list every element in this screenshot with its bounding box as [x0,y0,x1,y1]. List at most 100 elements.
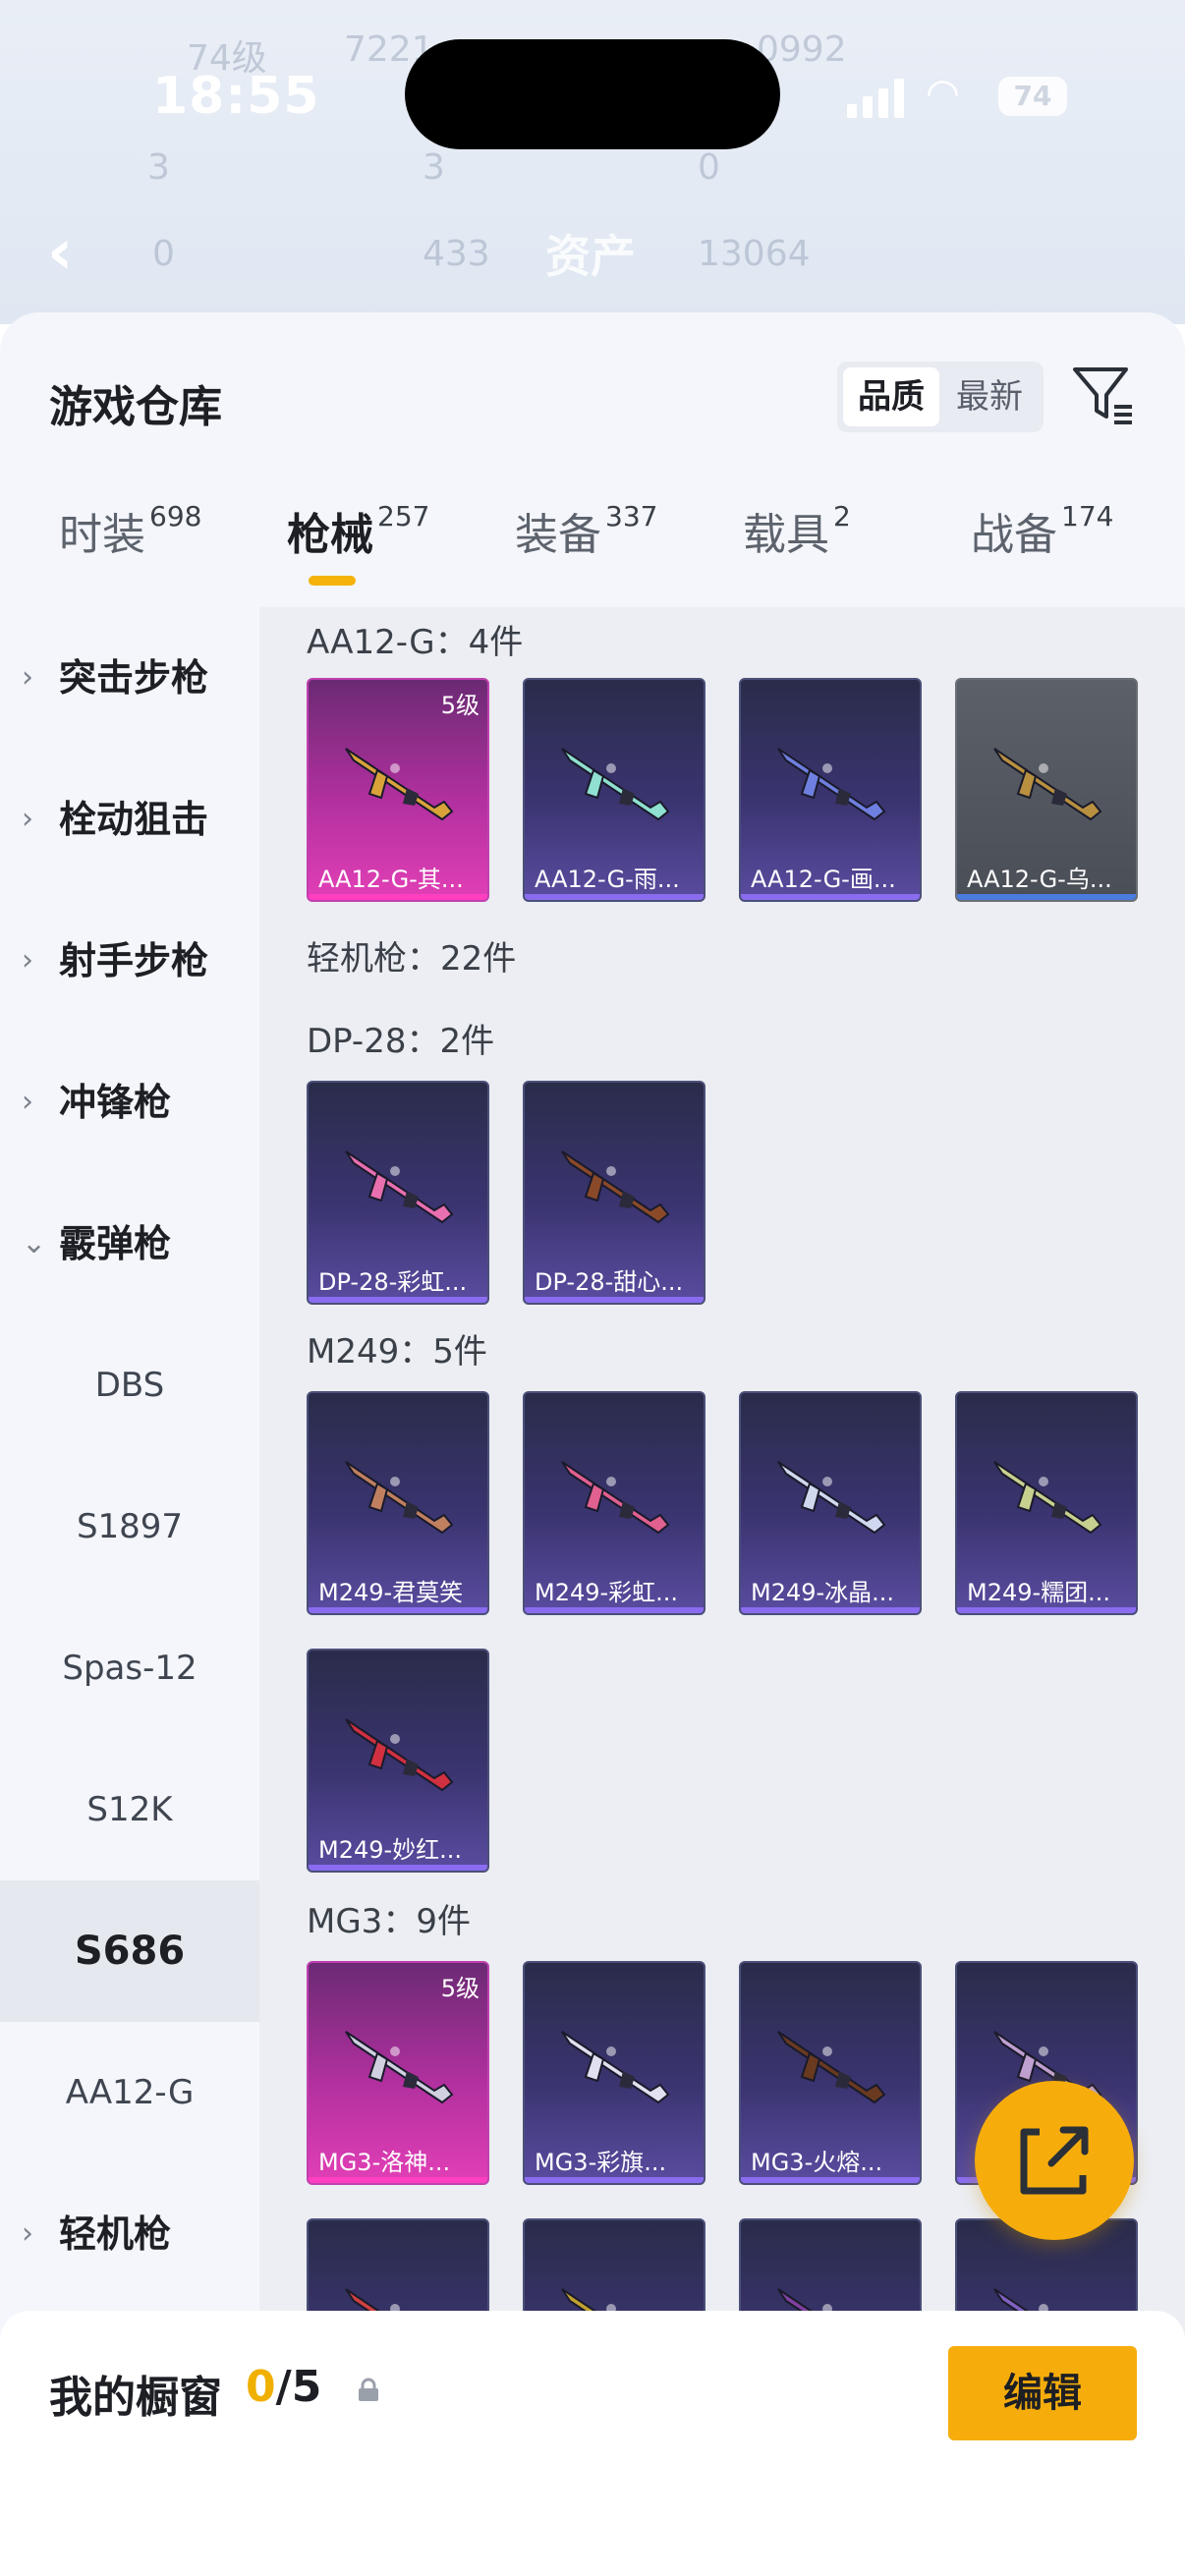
weapon-name: AA12-G-其... [318,866,464,893]
tab-equipment[interactable]: 装备 337 [515,499,657,607]
chevron-down-icon: ⌄ [22,1226,47,1260]
chevron-right-icon: › [22,660,33,695]
sidebar-item-label: 霰弹枪 [59,1222,172,1265]
sidebar-item-label: 冲锋枪 [59,1081,172,1124]
filter-icon[interactable] [1071,364,1136,428]
weapon-card[interactable]: M249-彩虹... [523,1391,705,1615]
weapon-card[interactable]: M249-君莫笑 [307,1391,489,1615]
weapon-card[interactable]: M249-妙红... [307,1649,489,1873]
category-tabs: 时装 698 枪械 257 装备 337 载具 2 战备 174 [0,499,1185,607]
sidebar-item[interactable]: › 冲锋枪 [0,1032,259,1173]
tab-label: 枪械 [287,510,373,560]
weapon-image [561,1461,670,1535]
weapon-name: MG3-洛神... [318,2149,451,2176]
bg-stat-text: 0 [152,234,175,274]
weapon-name: M249-糯团... [967,1579,1111,1606]
sidebar-item-label: S1897 [76,1507,184,1546]
rarity-strip [957,894,1136,900]
sidebar-item[interactable]: Spas-12 [0,1597,259,1739]
weapon-name: M249-彩虹... [535,1579,679,1606]
weapon-card[interactable]: AA12-G-乌... [955,678,1138,902]
weapon-card[interactable]: 5级 MG3-洛神... [307,1961,489,2185]
rarity-strip [309,1865,487,1871]
tab-firearms[interactable]: 枪械 257 [287,499,429,607]
sidebar-item[interactable]: S12K [0,1739,259,1880]
sidebar-item-label: Spas-12 [62,1649,198,1688]
chevron-right-icon: › [22,943,33,978]
weapon-card[interactable]: DP-28-甜心... [523,1081,705,1305]
status-bar: 18:55 ◠ 74 [0,0,1185,187]
weapon-name: M249-君莫笑 [318,1579,464,1606]
tab-label: 时装 [59,510,145,560]
rarity-strip [525,894,704,900]
sidebar-item-label: 轻机枪 [59,2212,172,2256]
weapon-image [561,2031,670,2104]
showcase-count-current: 0 [246,2362,276,2412]
sort-toggle: 品质 最新 [837,362,1044,432]
section-title: 轻机枪：22件 [307,939,517,979]
weapon-card[interactable]: M249-冰晶... [739,1391,922,1615]
weapon-image [345,2031,454,2104]
rarity-strip [741,894,920,900]
rarity-strip [309,2177,487,2183]
tab-fashion[interactable]: 时装 698 [59,499,201,607]
sidebar-item[interactable]: S1897 [0,1456,259,1597]
back-arrow-icon[interactable]: ‹ [47,216,73,289]
rarity-strip [741,1607,920,1613]
asset-title: 资产 [545,230,636,283]
weapon-image [561,748,670,821]
weapon-card[interactable]: MG3-彩旗... [523,1961,705,2185]
sidebar-item[interactable]: › 突击步枪 [0,607,259,749]
tab-active-indicator [309,576,356,586]
sidebar-item[interactable]: DBS [0,1315,259,1456]
weapon-card[interactable]: M249-糯团... [955,1391,1138,1615]
dynamic-island [405,39,780,149]
page-title: 游戏仓库 [49,382,222,432]
weapon-image [561,1150,670,1224]
weapon-type-sidebar: › 突击步枪 › 栓动狙击 › 射手步枪 › 冲锋枪 ⌄ 霰弹枪 DBS S1897 Spas-12 S1… [0,607,259,2366]
weapon-card[interactable]: AA12-G-雨... [523,678,705,902]
weapon-name: AA12-G-乌... [967,866,1112,893]
rarity-strip [309,894,487,900]
tab-count: 698 [149,499,202,532]
weapon-card[interactable]: 5级 AA12-G-其... [307,678,489,902]
rarity-strip [525,1297,704,1303]
lock-icon [359,2378,378,2401]
weapon-image [345,1718,454,1792]
tab-label: 载具 [743,510,829,560]
weapon-card[interactable]: AA12-G-画... [739,678,922,902]
section-title: MG3：9件 [307,1902,471,1941]
sidebar-item[interactable]: AA12-G [0,2022,259,2163]
section-title: M249：5件 [307,1332,487,1372]
weapon-card[interactable]: MG3-火熔... [739,1961,922,2185]
section-title: AA12-G：4件 [307,623,524,662]
tab-count: 257 [377,499,430,532]
rarity-strip [741,2177,920,2183]
sort-newest-button[interactable]: 最新 [941,367,1038,426]
rarity-strip [525,2177,704,2183]
weapon-name: AA12-G-雨... [535,866,680,893]
sidebar-item[interactable]: S686 [0,1880,259,2022]
share-button[interactable] [975,2081,1134,2240]
sidebar-item[interactable]: › 轻机枪 [0,2163,259,2305]
weapon-image [345,748,454,821]
edit-button[interactable]: 编辑 [948,2346,1137,2440]
weapon-level-badge: 5级 [440,692,480,719]
tab-label: 装备 [515,510,601,560]
weapon-image [345,1461,454,1535]
sidebar-item-label: DBS [94,1366,165,1405]
weapon-card[interactable]: DP-28-彩虹... [307,1081,489,1305]
weapon-image [777,2031,886,2104]
chevron-right-icon: › [22,1085,33,1119]
tab-vehicles[interactable]: 载具 2 [743,499,851,607]
showcase-footer: 我的橱窗 0/5 编辑 [0,2311,1185,2576]
sidebar-item[interactable]: ⌄ 霰弹枪 [0,1173,259,1315]
tab-supplies[interactable]: 战备 174 [971,499,1113,607]
sidebar-item[interactable]: › 射手步枪 [0,890,259,1032]
chevron-right-icon: › [22,2216,33,2251]
bg-stat-text: 13064 [698,234,811,274]
sidebar-item-label: AA12-G [65,2073,195,2112]
sidebar-item[interactable]: › 栓动狙击 [0,749,259,890]
weapon-name: M249-冰晶... [751,1579,895,1606]
sort-quality-button[interactable]: 品质 [843,367,939,426]
